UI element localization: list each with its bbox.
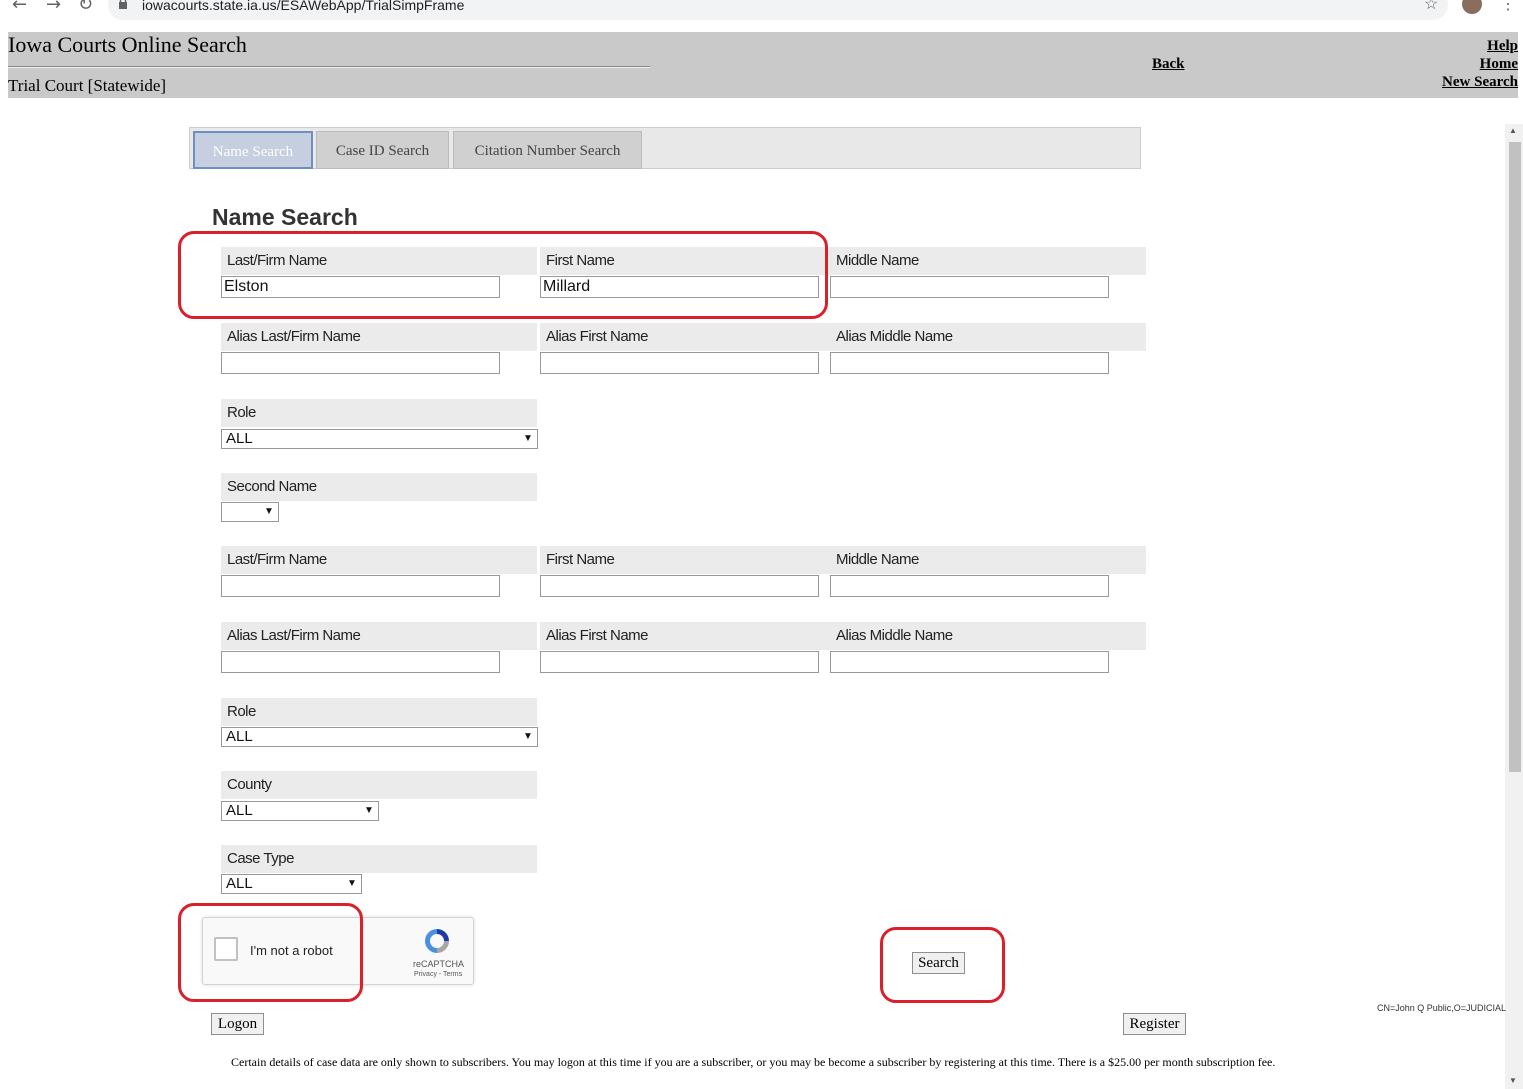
new-search-link[interactable]: New Search bbox=[1442, 74, 1518, 91]
role-label: Role bbox=[227, 404, 256, 421]
middle-name-label: Middle Name bbox=[836, 252, 919, 269]
tab-name-search[interactable]: Name Search bbox=[193, 131, 313, 169]
label-bg bbox=[221, 698, 537, 726]
second-role-select[interactable]: ALL bbox=[221, 727, 538, 747]
subscription-notice: Certain details of case data are only sh… bbox=[231, 1055, 1276, 1069]
header-divider bbox=[8, 66, 650, 68]
chevron-down-icon[interactable]: ▼ bbox=[264, 506, 274, 517]
label-bg bbox=[221, 399, 537, 427]
scroll-up-icon[interactable]: ▲ bbox=[1509, 126, 1517, 135]
browser-forward-icon[interactable]: → bbox=[46, 0, 61, 15]
browser-menu-icon[interactable]: ⋮ bbox=[1500, 0, 1516, 14]
county-select-value: ALL bbox=[226, 802, 253, 819]
tab-case-id-search[interactable]: Case ID Search bbox=[316, 131, 449, 169]
alias-first-name-input[interactable] bbox=[540, 352, 819, 374]
annotation-highlight-name-fields bbox=[178, 231, 828, 319]
certificate-info: CN=John Q Public,O=JUDICIAL bbox=[1377, 1003, 1507, 1013]
middle-name-input[interactable] bbox=[830, 276, 1109, 298]
second-role-select-value: ALL bbox=[226, 728, 253, 745]
recaptcha-logo-icon bbox=[422, 926, 452, 956]
help-link[interactable]: Help bbox=[1487, 38, 1518, 55]
chevron-down-icon[interactable]: ▼ bbox=[523, 731, 533, 742]
county-label: County bbox=[227, 776, 272, 793]
back-link[interactable]: Back bbox=[1152, 56, 1185, 73]
role-select-value: ALL bbox=[226, 430, 253, 447]
second-middle-name-label: Middle Name bbox=[836, 551, 919, 568]
home-link[interactable]: Home bbox=[1480, 56, 1518, 73]
second-first-name-input[interactable] bbox=[540, 575, 819, 597]
case-type-label: Case Type bbox=[227, 850, 294, 867]
second-alias-first-name-label: Alias First Name bbox=[546, 627, 649, 644]
second-middle-name-input[interactable] bbox=[830, 575, 1109, 597]
scrollbar-thumb[interactable] bbox=[1509, 142, 1521, 772]
logon-button[interactable]: Logon bbox=[211, 1013, 264, 1035]
second-last-name-label: Last/Firm Name bbox=[227, 551, 327, 568]
second-role-label: Role bbox=[227, 703, 256, 720]
alias-middle-name-label: Alias Middle Name bbox=[836, 328, 953, 345]
tab-citation-number-search[interactable]: Citation Number Search bbox=[453, 131, 642, 169]
case-type-select-value: ALL bbox=[226, 875, 253, 892]
bookmark-star-icon[interactable]: ☆ bbox=[1424, 0, 1438, 14]
alias-last-name-label: Alias Last/Firm Name bbox=[227, 328, 361, 345]
url-text[interactable]: iowacourts.state.ia.us/ESAWebApp/TrialSi… bbox=[142, 0, 464, 13]
alias-last-name-input[interactable] bbox=[221, 352, 500, 374]
second-alias-middle-name-input[interactable] bbox=[830, 651, 1109, 673]
second-first-name-label: First Name bbox=[546, 551, 615, 568]
lock-icon bbox=[118, 0, 128, 12]
second-name-label: Second Name bbox=[227, 478, 317, 495]
second-last-name-input[interactable] bbox=[221, 575, 500, 597]
second-alias-middle-name-label: Alias Middle Name bbox=[836, 627, 953, 644]
scroll-down-icon[interactable]: ▼ bbox=[1509, 1076, 1517, 1085]
annotation-highlight-search-button bbox=[880, 927, 1005, 1003]
browser-back-icon[interactable]: ← bbox=[12, 0, 27, 15]
recaptcha-brand: reCAPTCHA bbox=[413, 959, 465, 969]
annotation-highlight-captcha bbox=[178, 903, 363, 1002]
county-select[interactable]: ALL bbox=[221, 801, 379, 821]
browser-reload-icon[interactable]: ↻ bbox=[78, 0, 93, 15]
site-title: Iowa Courts Online Search bbox=[8, 32, 247, 57]
second-alias-first-name-input[interactable] bbox=[540, 651, 819, 673]
chevron-down-icon[interactable]: ▼ bbox=[523, 433, 533, 444]
chevron-down-icon[interactable]: ▼ bbox=[364, 805, 374, 816]
site-subtitle: Trial Court [Statewide] bbox=[8, 76, 167, 95]
second-alias-last-name-label: Alias Last/Firm Name bbox=[227, 627, 361, 644]
recaptcha-terms-link[interactable]: Privacy - Terms bbox=[414, 971, 462, 978]
chevron-down-icon[interactable]: ▼ bbox=[347, 878, 357, 889]
register-button[interactable]: Register bbox=[1123, 1013, 1186, 1035]
role-select[interactable]: ALL bbox=[221, 429, 538, 449]
case-type-select[interactable]: ALL bbox=[221, 874, 362, 894]
alias-first-name-label: Alias First Name bbox=[546, 328, 649, 345]
alias-middle-name-input[interactable] bbox=[830, 352, 1109, 374]
form-title: Name Search bbox=[212, 204, 358, 230]
second-alias-last-name-input[interactable] bbox=[221, 651, 500, 673]
